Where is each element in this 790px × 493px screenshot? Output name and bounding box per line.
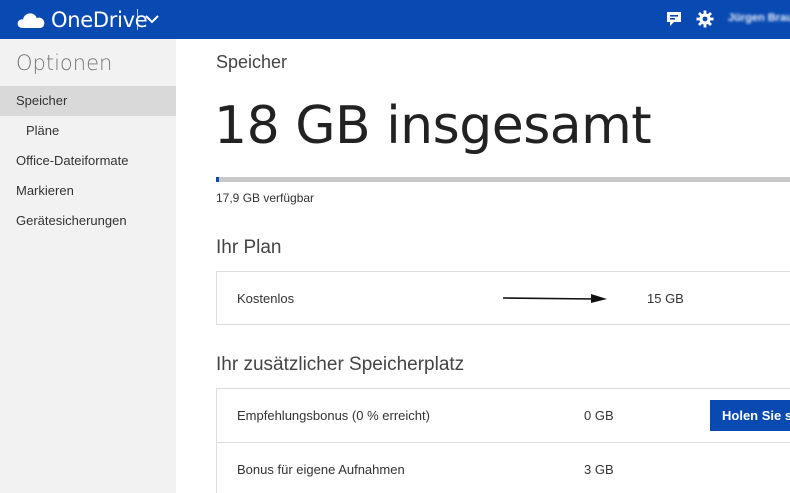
top-bar: OneDrive Jürgen Braun <box>0 0 790 39</box>
onedrive-home-link[interactable]: OneDrive <box>16 6 148 34</box>
camera-bonus-label: Bonus für eigene Aufnahmen <box>237 462 405 477</box>
sidebar-item-plaene[interactable]: Pläne <box>0 116 176 146</box>
list-item: Bonus für eigene Aufnahmen 3 GB <box>217 442 790 493</box>
referral-bonus-label: Empfehlungsbonus (0 % erreicht) <box>237 408 430 423</box>
sidebar: Optionen Speicher Pläne Office-Dateiform… <box>0 39 176 493</box>
storage-total: 18 GB insgesamt <box>214 96 652 156</box>
extra-storage-section-title: Ihr zusätzlicher Speicherplatz <box>216 354 465 375</box>
plan-name: Kostenlos <box>237 291 295 306</box>
list-item: Empfehlungsbonus (0 % erreicht) 0 GB Hol… <box>217 389 790 442</box>
arrow-annotation <box>503 294 607 303</box>
user-name[interactable]: Jürgen Braun <box>728 12 790 24</box>
sidebar-title: Optionen <box>16 51 113 75</box>
cloud-logo-icon <box>17 13 45 28</box>
get-more-button[interactable]: Holen Sie s <box>710 400 790 431</box>
plan-size: 15 GB <box>647 291 684 306</box>
sidebar-item-office-dateiformate[interactable]: Office-Dateiformate <box>0 146 176 176</box>
feedback-icon[interactable] <box>665 10 683 28</box>
sidebar-item-speicher[interactable]: Speicher <box>0 86 176 116</box>
header-divider <box>137 9 138 30</box>
page-title: Speicher <box>216 52 288 72</box>
sidebar-item-geraetesicherungen[interactable]: Gerätesicherungen <box>0 206 176 236</box>
chevron-down-icon[interactable] <box>144 11 160 27</box>
sidebar-item-markieren[interactable]: Markieren <box>0 176 176 206</box>
plan-card: Kostenlos 15 GB <box>216 271 790 325</box>
storage-usage-bar <box>216 177 790 182</box>
app-name: OneDrive <box>51 8 148 32</box>
extra-storage-card: Empfehlungsbonus (0 % erreicht) 0 GB Hol… <box>216 388 790 493</box>
plan-section-title: Ihr Plan <box>216 237 282 258</box>
storage-available: 17,9 GB verfügbar <box>216 191 315 205</box>
storage-usage-fill <box>216 177 219 182</box>
gear-icon[interactable] <box>696 10 714 28</box>
referral-bonus-value: 0 GB <box>584 408 614 423</box>
camera-bonus-value: 3 GB <box>584 462 614 477</box>
